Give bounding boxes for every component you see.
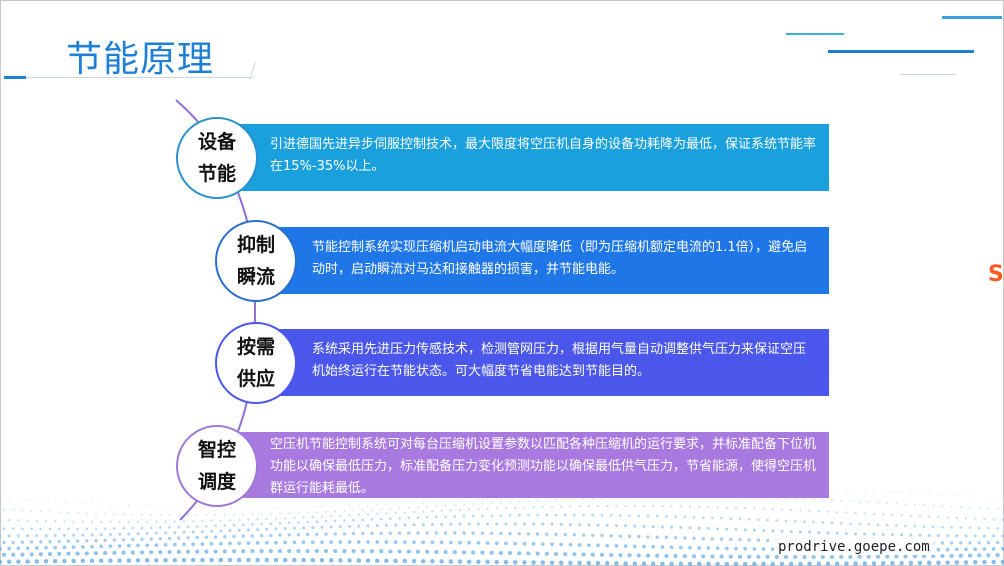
circle-label-line1: 抑制 xyxy=(236,234,275,256)
bar-device-saving: 引进德国先进异步伺服控制技术，最大限度将空压机自身的设备功耗降为最低，保证系统节… xyxy=(230,124,829,191)
circle-label-line2: 供应 xyxy=(236,368,275,390)
circle-on-demand: 按需 供应 xyxy=(215,322,297,404)
circle-smart-dispatch: 智控 调度 xyxy=(176,425,258,507)
bar-text: 系统采用先进压力传感技术，检测管网压力，根据用气量自动调整供气压力来保证空压机始… xyxy=(312,342,807,379)
bar-text: 引进德国先进异步伺服控制技术，最大限度将空压机自身的设备功耗降为最低，保证系统节… xyxy=(270,137,817,174)
circle-label-line1: 智控 xyxy=(197,439,236,461)
footer-url[interactable]: prodrive.goepe.com xyxy=(774,539,934,555)
bar-smart-dispatch: 空压机节能控制系统可对每台压缩机设置参数以匹配各种压缩机的运行要求，并标准配备下… xyxy=(230,432,829,498)
circle-label-line2: 节能 xyxy=(197,163,236,185)
circle-label-line2: 调度 xyxy=(197,471,236,493)
circle-suppress-inrush: 抑制 瞬流 xyxy=(215,220,297,302)
circle-device-saving: 设备 节能 xyxy=(176,117,258,199)
bar-text: 节能控制系统实现压缩机启动电流大幅度降低（即为压缩机额定电流的1.1倍），避免启… xyxy=(312,240,808,277)
circle-label-line1: 按需 xyxy=(236,336,275,358)
circle-label-line1: 设备 xyxy=(197,131,236,153)
bar-text: 空压机节能控制系统可对每台压缩机设置参数以匹配各种压缩机的运行要求，并标准配备下… xyxy=(270,437,817,496)
bar-suppress-inrush: 节能控制系统实现压缩机启动电流大幅度降低（即为压缩机额定电流的1.1倍），避免启… xyxy=(268,227,829,294)
circle-label-line2: 瞬流 xyxy=(236,266,275,288)
bar-on-demand: 系统采用先进压力传感技术，检测管网压力，根据用气量自动调整供气压力来保证空压机始… xyxy=(268,329,829,396)
